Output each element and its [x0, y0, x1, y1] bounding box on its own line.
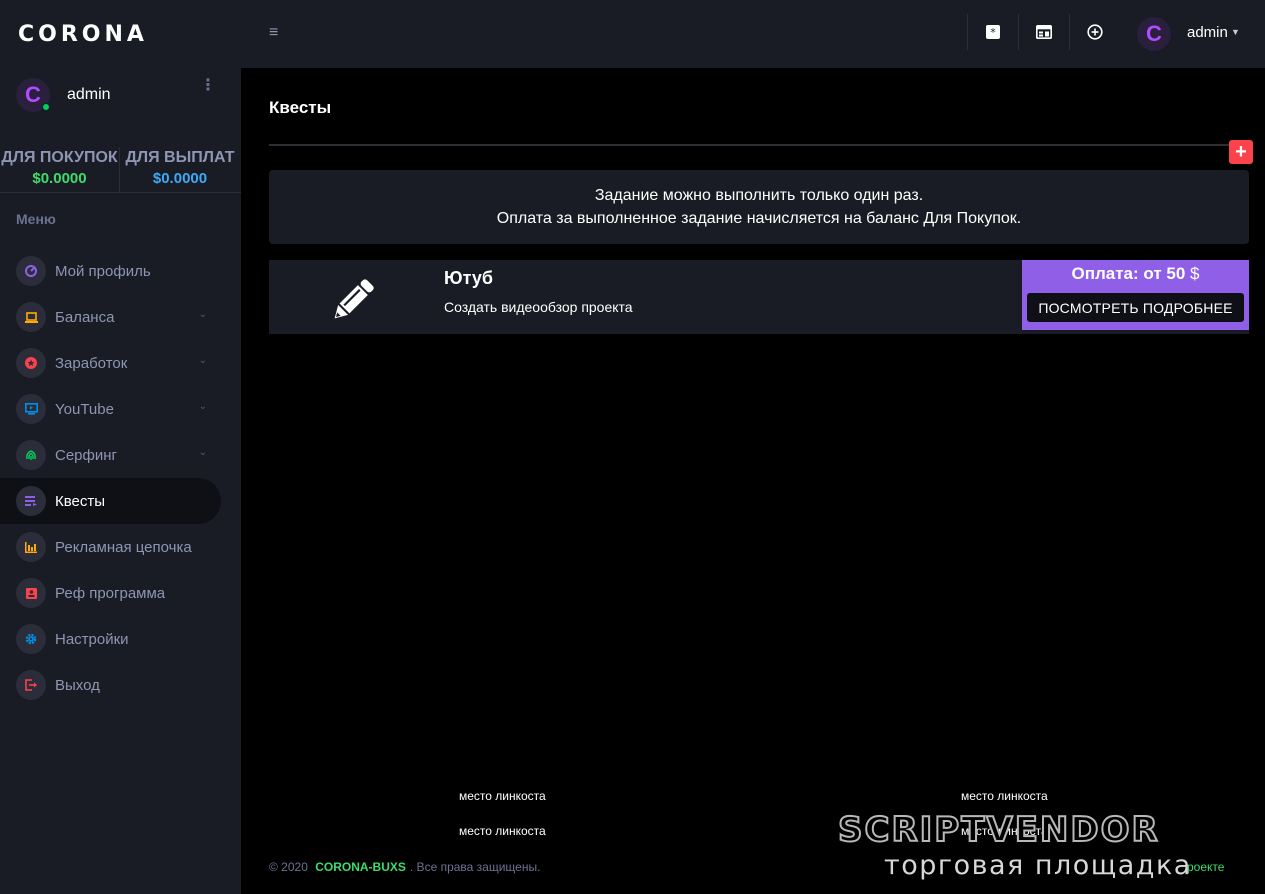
topbar: ≡ * C admin ▼: [241, 0, 1265, 68]
balance-value: $0.0000: [32, 170, 87, 187]
view-details-button[interactable]: ПОСМОТРЕТЬ ПОДРОБНЕЕ: [1027, 293, 1244, 322]
watermark-subtitle: торговая площадка: [884, 850, 1192, 881]
chevron-down-icon: ⌄: [198, 309, 207, 320]
add-circle-icon[interactable]: [1084, 21, 1106, 43]
monitor-play-icon: [16, 394, 46, 424]
notice-line: Задание можно выполнить только один раз.: [594, 187, 924, 204]
sidebar-item-surfing[interactable]: Серфинг ⌄: [0, 432, 221, 478]
quest-payment-panel: Оплата: от 50 $ ПОСМОТРЕТЬ ПОДРОБНЕЕ: [1022, 260, 1249, 330]
info-notice: Задание можно выполнить только один раз.…: [269, 170, 1249, 244]
topbar-divider: [967, 14, 968, 50]
balances: ДЛЯ ПОКУПОК $0.0000 ДЛЯ ВЫПЛАТ $0.0000: [0, 147, 241, 193]
add-quest-button[interactable]: +: [1229, 140, 1253, 164]
sidebar-item-label: Мой профиль: [55, 262, 151, 280]
menu-title: Меню: [16, 211, 56, 227]
topbar-divider: [1018, 14, 1019, 50]
ad-link-spot[interactable]: место линкоста: [459, 789, 546, 803]
profile-name: admin: [67, 86, 111, 103]
footer-brand-link[interactable]: CORONA-BUXS: [315, 860, 406, 874]
fingerprint-icon: [16, 440, 46, 470]
sidebar-profile: C admin ⋮: [16, 78, 226, 112]
balance-value: $0.0000: [152, 170, 208, 187]
more-vertical-icon[interactable]: ⋮: [200, 78, 216, 94]
quest-title: Ютуб: [444, 268, 493, 288]
watermark: SCRIPTVENDOR торговая площадка: [837, 809, 1248, 888]
asterisk-box-icon[interactable]: *: [982, 21, 1004, 43]
sidebar-item-label: Баланса: [55, 308, 115, 326]
sidebar-item-quests[interactable]: Квесты: [0, 478, 221, 524]
gear-icon: [16, 624, 46, 654]
avatar-letter: C: [1146, 21, 1162, 46]
balance-purchases: ДЛЯ ПОКУПОК $0.0000: [0, 147, 120, 192]
chevron-down-icon: ⌄: [198, 447, 207, 458]
user-menu-name[interactable]: admin: [1187, 24, 1228, 41]
footer: © 2020 CORONA-BUXS. Все права защищены.: [269, 860, 540, 874]
sidebar-item-label: Квесты: [55, 492, 106, 510]
divider: [269, 144, 1235, 146]
avatar[interactable]: C: [1137, 17, 1171, 51]
chevron-down-icon: ⌄: [198, 355, 207, 366]
menu-toggle-icon[interactable]: ≡: [269, 24, 278, 42]
notice-line: Оплата за выполненное задание начисляетс…: [496, 210, 1022, 227]
watermark-title: SCRIPTVENDOR: [837, 809, 1160, 851]
sidebar-item-balances[interactable]: Баланса ⌄: [0, 294, 221, 340]
sidebar-item-profile[interactable]: Мой профиль: [0, 248, 221, 294]
quest-description: Создать видеообзор проекта: [444, 299, 633, 315]
list-icon: [16, 486, 46, 516]
chart-bar-icon: [16, 532, 46, 562]
ad-link-spot[interactable]: место линкоста: [961, 789, 1048, 803]
sidebar-item-ad-chain[interactable]: Рекламная цепочка: [0, 524, 221, 570]
caret-down-icon[interactable]: ▼: [1231, 27, 1240, 37]
laptop-icon: [16, 302, 46, 332]
svg-text:*: *: [990, 26, 996, 39]
sidebar: CORONA C admin ⋮ ДЛЯ ПОКУПОК $0.0000 ДЛЯ…: [0, 0, 241, 894]
avatar-letter: C: [25, 82, 41, 107]
brand-logo[interactable]: CORONA: [18, 22, 148, 47]
page-title: Квесты: [269, 98, 332, 117]
sidebar-item-label: Рекламная цепочка: [55, 538, 192, 556]
quest-card: Ютуб Создать видеообзор проекта Оплата: …: [269, 260, 1249, 334]
balance-payouts: ДЛЯ ВЫПЛАТ $0.0000: [120, 147, 240, 192]
sidebar-item-settings[interactable]: Настройки: [0, 616, 221, 662]
sidebar-item-label: Выход: [55, 676, 100, 694]
footer-rights: . Все права защищены.: [409, 860, 541, 874]
sidebar-item-label: Реф программа: [55, 584, 166, 602]
balance-label: ДЛЯ ПОКУПОК: [1, 149, 118, 166]
ad-link-spot[interactable]: место линкоста: [459, 824, 546, 838]
contact-card-icon: [16, 578, 46, 608]
sidebar-item-earnings[interactable]: Заработок ⌄: [0, 340, 221, 386]
pencil-icon: [327, 274, 379, 326]
star-circle-icon: [16, 348, 46, 378]
sidebar-item-logout[interactable]: Выход: [0, 662, 221, 708]
chevron-down-icon: ⌄: [198, 401, 207, 412]
sidebar-item-label: Заработок: [55, 354, 128, 372]
logout-icon: [16, 670, 46, 700]
balance-label: ДЛЯ ВЫПЛАТ: [125, 149, 235, 166]
footer-copyright: © 2020: [269, 860, 308, 874]
topbar-divider: [1069, 14, 1070, 50]
sidebar-item-label: Серфинг: [55, 446, 117, 464]
sidebar-item-youtube[interactable]: YouTube ⌄: [0, 386, 221, 432]
sidebar-nav: Мой профиль Баланса ⌄ Заработок ⌄ YouTub…: [0, 248, 241, 708]
payment-amount: Оплата: от 50: [1071, 264, 1186, 283]
payment-currency: $: [1190, 264, 1200, 283]
online-status-dot: [42, 103, 50, 111]
quest-payment: Оплата: от 50 $: [1022, 264, 1249, 284]
sidebar-item-label: YouTube: [55, 400, 114, 418]
calendar-grid-icon[interactable]: [1033, 21, 1055, 43]
sidebar-item-referral[interactable]: Реф программа: [0, 570, 221, 616]
speedometer-icon: [16, 256, 46, 286]
sidebar-item-label: Настройки: [55, 630, 129, 648]
avatar[interactable]: C: [16, 78, 50, 112]
